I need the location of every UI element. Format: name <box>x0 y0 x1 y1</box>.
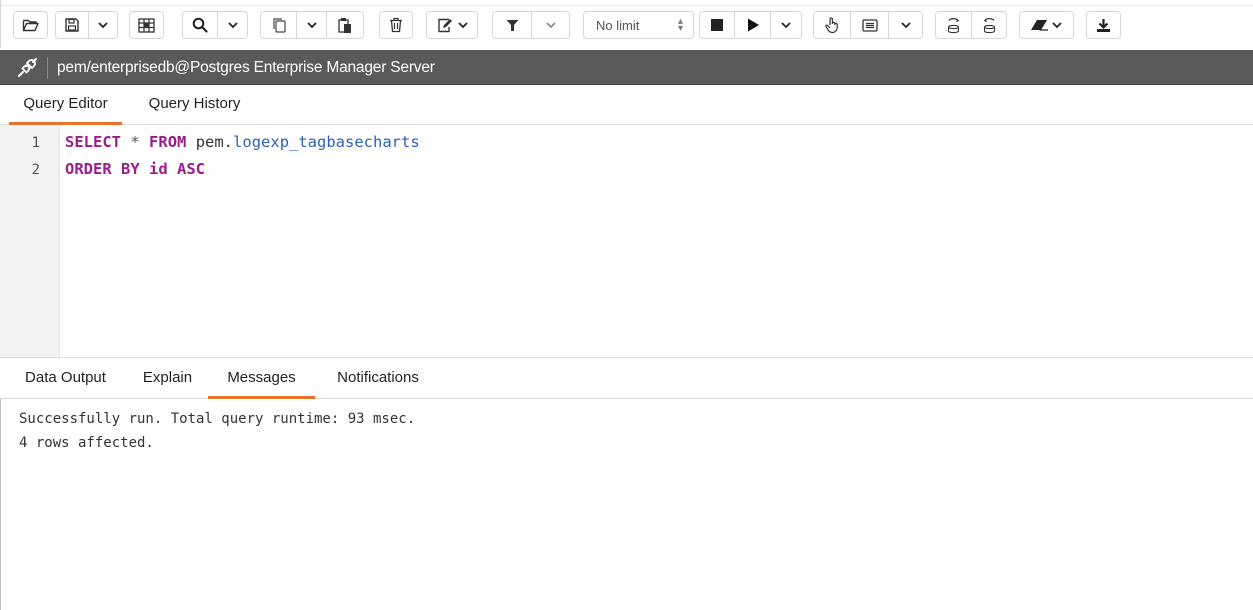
result-tabs: Data Output Explain Messages Notificatio… <box>0 358 1253 399</box>
open-file-group <box>13 11 48 39</box>
copy-icon <box>272 17 286 33</box>
eraser-icon <box>1031 20 1048 31</box>
rollback-button[interactable] <box>972 12 1006 38</box>
chevron-down-icon <box>781 21 791 28</box>
code-token-kw: ORDER BY <box>65 160 140 178</box>
transaction-group <box>935 11 1007 39</box>
clear-dropdown-button[interactable] <box>1020 12 1073 38</box>
line-number: 2 <box>31 162 40 178</box>
find-group <box>182 11 248 39</box>
code-line[interactable]: ORDER BY id ASC <box>65 160 205 178</box>
filter-group <box>492 11 570 39</box>
tab-messages[interactable]: Messages <box>208 359 315 399</box>
list-box-icon <box>861 18 878 32</box>
code-token-kw: ASC <box>177 160 206 178</box>
tab-data-output[interactable]: Data Output <box>9 359 122 398</box>
open-file-icon <box>22 19 39 32</box>
tab-query-editor[interactable]: Query Editor <box>9 85 122 125</box>
explain-dropdown-button[interactable] <box>889 12 922 38</box>
chevron-down-icon <box>900 21 911 28</box>
message-line: Successfully run. Total query runtime: 9… <box>19 411 416 427</box>
edit-grid-button[interactable] <box>130 12 163 38</box>
code-token-kw: id <box>149 160 168 178</box>
find-button[interactable] <box>183 12 218 38</box>
connection-bar: pem/enterprisedb@Postgres Enterprise Man… <box>0 50 1253 85</box>
commit-button[interactable] <box>936 12 972 38</box>
chevron-down-icon <box>98 21 108 28</box>
edit-grid-icon <box>138 17 155 33</box>
toolbar: No limit ▴ ▾ <box>0 0 1253 48</box>
chevron-down-icon <box>545 21 556 28</box>
hand-pointer-icon <box>824 16 838 33</box>
chevron-down-icon <box>457 21 468 28</box>
filter-dropdown-button[interactable] <box>532 12 569 38</box>
save-group <box>55 11 118 39</box>
tab-notifications[interactable]: Notifications <box>318 359 438 398</box>
filter-icon <box>506 19 518 31</box>
download-group <box>1086 11 1121 39</box>
line-number-gutter: 1 2 <box>0 125 60 357</box>
explain-analyze-button[interactable] <box>851 12 889 38</box>
paste-icon <box>338 17 351 33</box>
code-token-kw: FROM <box>149 133 187 151</box>
divider <box>47 57 48 79</box>
row-limit-label: No limit <box>596 17 640 33</box>
code-token-kw: SELECT <box>65 133 121 151</box>
tab-explain[interactable]: Explain <box>130 359 205 398</box>
copy-dropdown-button[interactable] <box>297 12 327 38</box>
messages-panel: Successfully run. Total query runtime: 9… <box>0 399 1253 610</box>
grid-group <box>129 11 164 39</box>
copy-group <box>260 11 364 39</box>
save-file-icon <box>65 18 79 32</box>
open-file-button[interactable] <box>14 12 47 38</box>
find-dropdown-button[interactable] <box>218 12 247 38</box>
tab-query-history[interactable]: Query History <box>133 85 256 124</box>
filter-button[interactable] <box>493 12 532 38</box>
connection-plug-icon[interactable] <box>16 57 38 79</box>
chevron-down-icon <box>1052 21 1062 28</box>
play-icon <box>747 18 759 32</box>
connection-title: pem/enterprisedb@Postgres Enterprise Man… <box>57 59 435 76</box>
save-dropdown-button[interactable] <box>89 12 117 38</box>
stop-icon <box>711 19 723 31</box>
explain-button[interactable] <box>814 12 851 38</box>
execute-group <box>699 11 802 39</box>
execute-dropdown-button[interactable] <box>771 12 801 38</box>
message-line: 4 rows affected. <box>19 435 154 451</box>
execute-button[interactable] <box>735 12 771 38</box>
explain-group <box>813 11 923 39</box>
search-icon <box>192 17 208 33</box>
code-token-op: * <box>130 133 140 151</box>
delete-button[interactable] <box>380 12 412 38</box>
download-button[interactable] <box>1087 12 1120 38</box>
stop-button[interactable] <box>700 12 735 38</box>
editor-tabs: Query Editor Query History <box>0 85 1253 125</box>
delete-group <box>379 11 413 39</box>
paste-button[interactable] <box>327 12 363 38</box>
commit-icon <box>947 17 960 33</box>
code-token-plain: pem. <box>186 133 234 151</box>
code-token-ident: logexp_tagbasecharts <box>233 133 420 151</box>
chevron-down-icon <box>227 21 238 28</box>
line-number: 1 <box>31 135 40 151</box>
edit-icon <box>437 18 452 32</box>
code-line[interactable]: SELECT * FROM pem.logexp_tagbasecharts <box>65 133 420 151</box>
clear-group <box>1019 11 1074 39</box>
chevron-down-icon <box>306 21 317 28</box>
rollback-icon <box>983 17 995 33</box>
save-file-button[interactable] <box>56 12 89 38</box>
edit-group <box>426 11 478 39</box>
sql-editor[interactable]: 1 2 SELECT * FROM pem.logexp_tagbasechar… <box>0 125 1253 358</box>
updown-arrows-icon: ▴ ▾ <box>677 16 683 34</box>
download-icon <box>1097 18 1110 32</box>
edit-dropdown-button[interactable] <box>427 12 477 38</box>
trash-icon <box>390 17 402 33</box>
row-limit-select[interactable]: No limit ▴ ▾ <box>583 11 694 39</box>
copy-button[interactable] <box>261 12 297 38</box>
